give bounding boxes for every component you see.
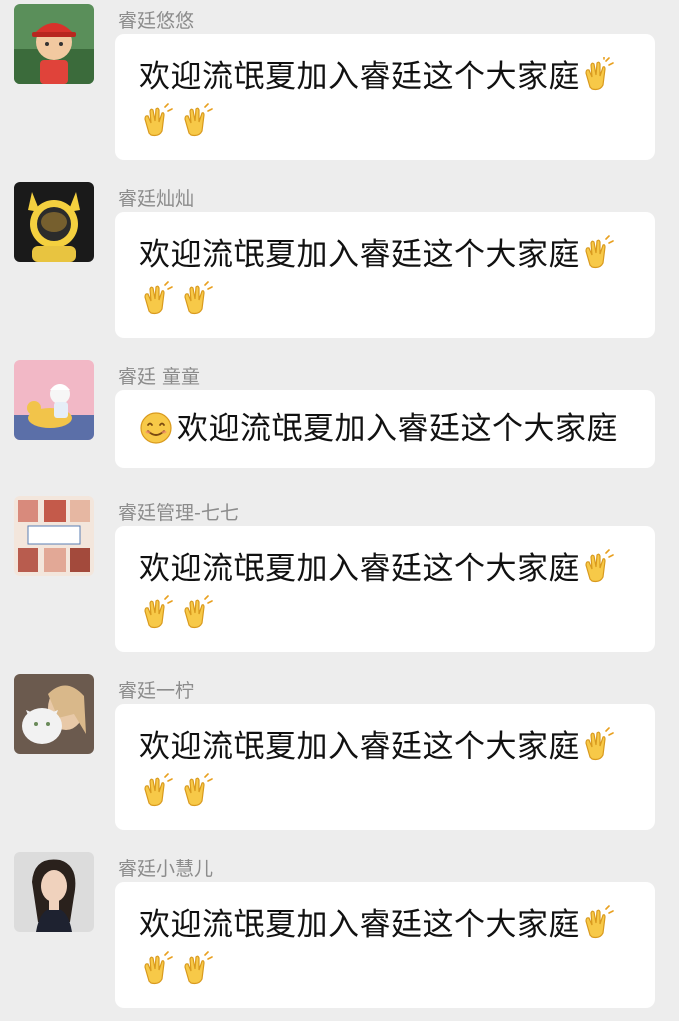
message-bubble[interactable]: 欢迎流氓夏加入睿廷这个大家庭	[115, 882, 655, 1008]
avatar[interactable]	[14, 4, 94, 84]
message-text: 欢迎流氓夏加入睿廷这个大家庭	[139, 902, 641, 994]
clap-icon	[139, 951, 175, 987]
avatar-pikachu-astronaut-icon	[14, 182, 94, 262]
message-bubble[interactable]: 欢迎流氓夏加入睿廷这个大家庭	[115, 526, 655, 652]
clap-icon	[580, 57, 616, 93]
sender-name: 睿廷小慧儿	[118, 858, 214, 880]
avatar[interactable]	[14, 360, 94, 440]
avatar-collage-icon	[14, 496, 94, 576]
message-bubble[interactable]: 欢迎流氓夏加入睿廷这个大家庭	[115, 390, 655, 468]
message-body: 欢迎流氓夏加入睿廷这个大家庭	[139, 59, 580, 95]
message-body: 欢迎流氓夏加入睿廷这个大家庭	[139, 729, 580, 765]
message-body: 欢迎流氓夏加入睿廷这个大家庭	[139, 551, 580, 587]
message-text: 欢迎流氓夏加入睿廷这个大家庭	[139, 406, 641, 452]
clap-icon	[139, 281, 175, 317]
sender-name: 睿廷管理-七七	[118, 502, 239, 524]
avatar-woman-with-cat-icon	[14, 674, 94, 754]
clap-icon	[139, 103, 175, 139]
clap-icon	[580, 549, 616, 585]
sender-name: 睿廷一柠	[118, 680, 195, 702]
avatar[interactable]	[14, 496, 94, 576]
avatar-woman-portrait-icon	[14, 852, 94, 932]
avatar-boy-red-cap-icon	[14, 4, 94, 84]
avatar[interactable]	[14, 852, 94, 932]
message-bubble[interactable]: 欢迎流氓夏加入睿廷这个大家庭	[115, 704, 655, 830]
clap-icon	[179, 103, 215, 139]
smile-icon	[139, 411, 173, 445]
message-text: 欢迎流氓夏加入睿廷这个大家庭	[139, 724, 641, 816]
message-text: 欢迎流氓夏加入睿廷这个大家庭	[139, 232, 641, 324]
clap-icon	[179, 595, 215, 631]
message-body: 欢迎流氓夏加入睿廷这个大家庭	[177, 411, 618, 447]
clap-icon	[179, 773, 215, 809]
message-body: 欢迎流氓夏加入睿廷这个大家庭	[139, 907, 580, 943]
clap-icon	[139, 595, 175, 631]
avatar-child-on-duck-icon	[14, 360, 94, 440]
avatar[interactable]	[14, 182, 94, 262]
clap-icon	[580, 235, 616, 271]
sender-name: 睿廷灿灿	[118, 188, 195, 210]
clap-icon	[580, 905, 616, 941]
sender-name: 睿廷 童童	[118, 366, 201, 388]
clap-icon	[179, 281, 215, 317]
message-text: 欢迎流氓夏加入睿廷这个大家庭	[139, 54, 641, 146]
clap-icon	[179, 951, 215, 987]
message-bubble[interactable]: 欢迎流氓夏加入睿廷这个大家庭	[115, 212, 655, 338]
message-body: 欢迎流氓夏加入睿廷这个大家庭	[139, 237, 580, 273]
avatar[interactable]	[14, 674, 94, 754]
clap-icon	[580, 727, 616, 763]
message-bubble[interactable]: 欢迎流氓夏加入睿廷这个大家庭	[115, 34, 655, 160]
sender-name: 睿廷悠悠	[118, 10, 195, 32]
message-text: 欢迎流氓夏加入睿廷这个大家庭	[139, 546, 641, 638]
clap-icon	[139, 773, 175, 809]
